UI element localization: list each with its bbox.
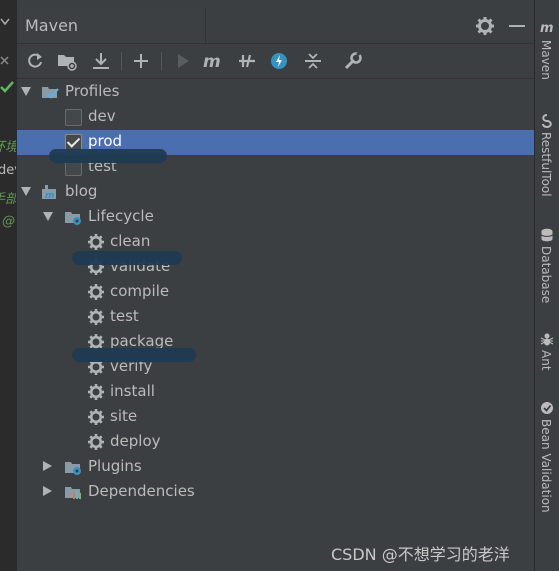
annotation-mark: [72, 251, 182, 265]
profile-label: prod: [88, 132, 123, 150]
lifecycle-folder-icon: [65, 212, 81, 225]
lifecycle-goal-label: clean: [110, 232, 151, 250]
toolbar-separator: [121, 52, 122, 70]
lifecycle-goal-label: install: [110, 382, 155, 400]
tree-node-plugins[interactable]: Plugins: [17, 455, 534, 480]
chevron-down-icon[interactable]: [21, 87, 31, 96]
tool-button-label: Bean Validation: [539, 419, 553, 513]
gear-icon: [87, 408, 105, 426]
profile-item-dev[interactable]: dev: [17, 105, 534, 130]
add-folder-icon[interactable]: [57, 51, 77, 71]
lifecycle-goal-label: test: [110, 307, 139, 325]
profiles-icon: [42, 87, 59, 99]
tool-window-header: Maven: [17, 8, 534, 44]
gear-icon: [87, 283, 105, 301]
bean-validation-icon: [541, 402, 553, 414]
tree-node-label: Lifecycle: [88, 207, 154, 225]
lifecycle-goal-site[interactable]: site: [17, 405, 534, 430]
annotation-mark: [49, 149, 167, 163]
lifecycle-goal-install[interactable]: install: [17, 380, 534, 405]
chevron-right-icon[interactable]: [43, 486, 52, 496]
editor-gutter: 环境 dev 手部 @: [0, 0, 16, 571]
lifecycle-goal-label: deploy: [110, 432, 161, 450]
gutter-fragment: 手部: [0, 188, 16, 207]
tree-node-dependencies[interactable]: Dependencies: [17, 480, 534, 505]
close-icon[interactable]: [0, 55, 10, 67]
lifecycle-goal-label: compile: [110, 282, 170, 300]
tool-button-label: Ant: [539, 350, 553, 371]
plugins-folder-icon: [65, 462, 81, 475]
tree-node-label: blog: [65, 182, 98, 200]
gutter-fragment: dev: [0, 163, 16, 178]
maven-project-icon: m: [42, 185, 56, 201]
maven-toolbar: m: [17, 44, 534, 79]
gear-icon: [87, 383, 105, 401]
ant-icon: [540, 333, 554, 346]
tool-button-label: Maven: [539, 40, 553, 80]
right-tool-strip: m Maven RestfulTool Database Ant Bean Va…: [534, 0, 559, 571]
toolbar-separator: [161, 52, 162, 70]
chevron-down-icon[interactable]: [43, 212, 53, 221]
tree-node-project[interactable]: m blog: [17, 180, 534, 205]
toggle-offline-icon[interactable]: [237, 51, 257, 71]
skip-tests-icon[interactable]: [269, 51, 289, 71]
svg-text:m: m: [203, 52, 221, 71]
gutter-fragment: 环境: [0, 136, 16, 155]
lifecycle-goal-test[interactable]: test: [17, 305, 534, 330]
maven-m-icon[interactable]: m: [203, 51, 223, 71]
tree-node-label: Profiles: [65, 82, 120, 100]
svg-text:m: m: [540, 21, 554, 34]
restful-icon: [542, 114, 552, 128]
tree-node-label: Plugins: [88, 457, 142, 475]
tree-node-lifecycle[interactable]: Lifecycle: [17, 205, 534, 230]
tool-button-label: RestfulTool: [539, 132, 553, 197]
panel-title: Maven: [25, 16, 79, 35]
profile-checkbox[interactable]: [65, 109, 82, 126]
gear-icon: [87, 233, 105, 251]
tool-window-tab[interactable]: Maven: [17, 8, 206, 43]
tree-node-profiles[interactable]: Profiles: [17, 80, 534, 105]
run-icon[interactable]: [173, 51, 193, 71]
chevron-right-icon[interactable]: [43, 461, 52, 471]
svg-text:m: m: [45, 191, 54, 201]
lifecycle-goal-deploy[interactable]: deploy: [17, 430, 534, 455]
plus-icon[interactable]: [131, 51, 151, 71]
annotation-mark: [72, 348, 196, 362]
minimize-icon[interactable]: [507, 16, 527, 36]
reload-icon[interactable]: [25, 51, 45, 71]
maven-projects-tree: Profiles dev prod test m blog Lifecycle …: [17, 80, 534, 571]
tree-node-label: Dependencies: [88, 482, 195, 500]
gear-icon: [87, 433, 105, 451]
collapse-all-icon[interactable]: [303, 51, 323, 71]
gear-icon: [87, 308, 105, 326]
chevron-down-icon[interactable]: [21, 187, 31, 196]
tool-button-label: Database: [539, 246, 553, 304]
check-icon: [0, 81, 14, 93]
lifecycle-goal-label: site: [110, 407, 138, 425]
watermark: CSDN @不想学习的老洋: [331, 545, 510, 564]
gear-icon[interactable]: [475, 16, 495, 36]
profile-label: dev: [88, 107, 116, 125]
database-icon: [541, 228, 553, 242]
wrench-icon[interactable]: [343, 51, 363, 71]
chevron-down-icon[interactable]: [0, 16, 10, 28]
dependencies-folder-icon: [65, 487, 81, 499]
lifecycle-goal-compile[interactable]: compile: [17, 280, 534, 305]
download-icon[interactable]: [91, 51, 111, 71]
maven-m-icon: m: [540, 21, 554, 34]
gutter-fragment: @: [2, 214, 15, 229]
